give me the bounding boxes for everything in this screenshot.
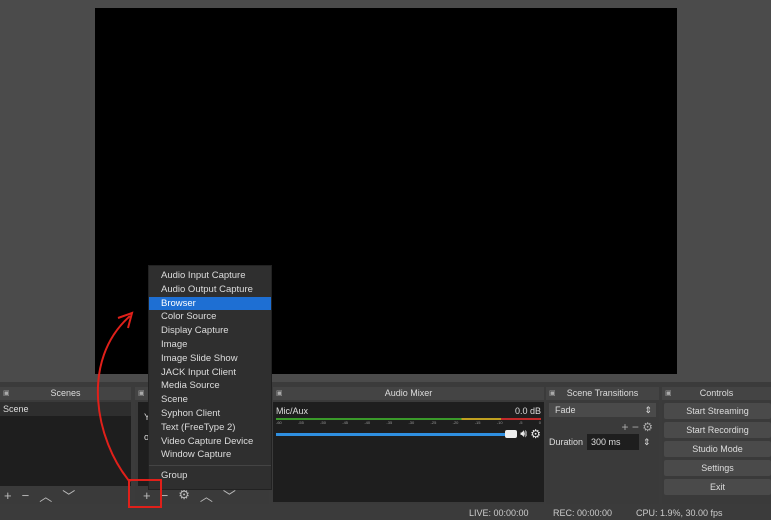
- annotation-overlay: [96, 311, 162, 508]
- annotation-highlight-box: [128, 479, 162, 508]
- annotation-arrow: [96, 315, 131, 483]
